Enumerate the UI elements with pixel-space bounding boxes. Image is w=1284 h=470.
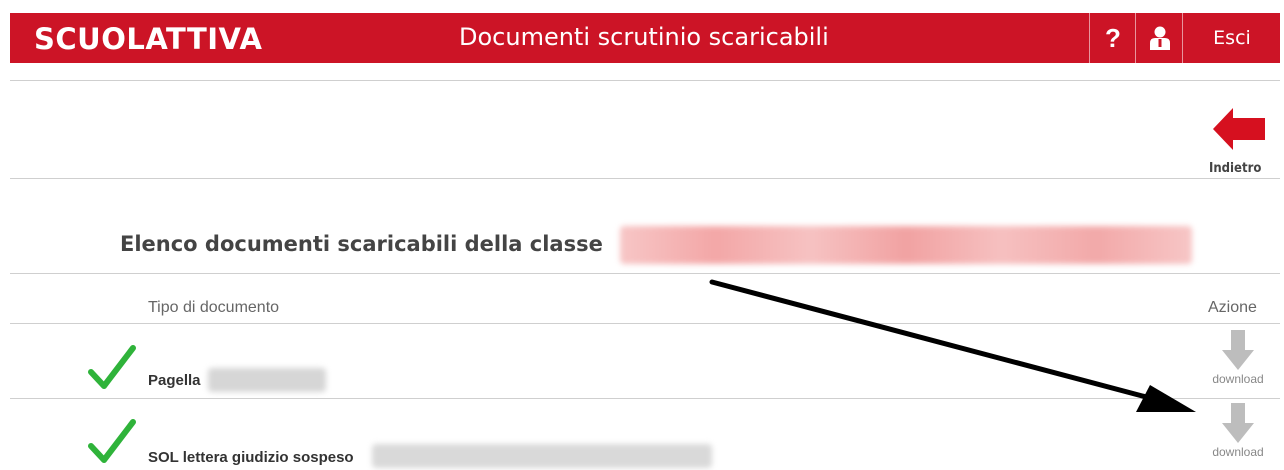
- column-header-action: Azione: [1208, 299, 1257, 316]
- top-bar: SCUOLATTIVA Documenti scrutinio scaricab…: [10, 13, 1280, 63]
- user-button[interactable]: [1135, 13, 1183, 63]
- download-button[interactable]: download: [1208, 403, 1268, 459]
- back-arrow-icon: [1213, 108, 1265, 150]
- download-arrow-icon: [1222, 330, 1254, 370]
- divider: [10, 273, 1280, 274]
- page-title: Documenti scrutinio scaricabili: [459, 23, 829, 51]
- user-icon: [1149, 26, 1170, 50]
- download-button[interactable]: download: [1208, 330, 1268, 386]
- help-icon: ?: [1105, 22, 1121, 53]
- divider: [10, 323, 1280, 324]
- divider: [10, 178, 1280, 179]
- section-heading: Elenco documenti scaricabili della class…: [120, 232, 603, 256]
- back-button[interactable]: Indietro: [1205, 108, 1275, 178]
- download-arrow-icon: [1222, 403, 1254, 443]
- download-label: download: [1212, 372, 1264, 386]
- exit-button[interactable]: Esci: [1182, 13, 1281, 63]
- download-label: download: [1212, 445, 1264, 459]
- divider: [10, 398, 1280, 399]
- redacted-class-name: [620, 226, 1192, 264]
- divider: [10, 80, 1280, 81]
- document-label: SOL lettera giudizio sospeso: [148, 449, 354, 466]
- help-button[interactable]: ?: [1089, 13, 1136, 63]
- app-logo: SCUOLATTIVA: [34, 22, 263, 56]
- redacted-text: [208, 368, 326, 392]
- back-label: Indietro: [1209, 161, 1262, 176]
- document-label: Pagella: [148, 372, 201, 389]
- redacted-text: [372, 444, 712, 468]
- check-icon: [88, 418, 136, 469]
- check-icon: [88, 344, 136, 395]
- column-header-type: Tipo di documento: [148, 299, 280, 316]
